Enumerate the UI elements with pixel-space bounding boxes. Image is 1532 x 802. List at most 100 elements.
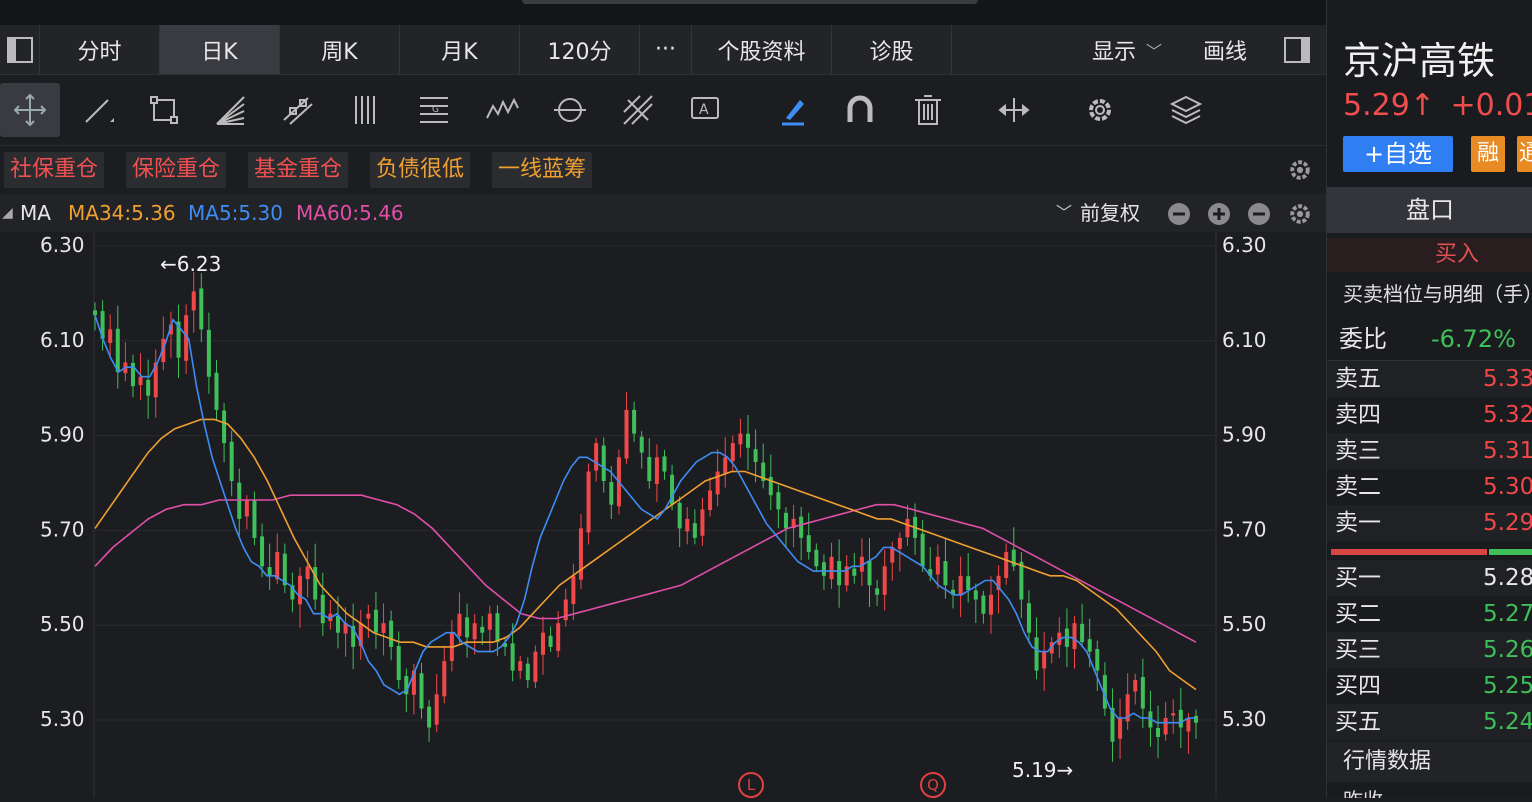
kline-svg[interactable]: 6.30 6.30 6.10 6.10 5.90 5.90 5.70 5.70 5.50 5.50… [0,232,1326,798]
bid-row[interactable]: 买五 5.24 [1327,704,1532,740]
delete-tool[interactable] [898,83,958,137]
candle-body [1194,715,1198,723]
range-tool[interactable] [984,83,1044,137]
move-tool[interactable] [0,83,60,137]
gann-tool[interactable] [608,83,668,137]
pankou-header[interactable]: 盘口 [1327,187,1532,233]
fan-tool[interactable] [200,83,260,137]
bid-row[interactable]: 买四 5.25 [1327,668,1532,704]
candle-body [897,537,902,549]
more-tabs-button[interactable]: ··· [640,25,692,74]
candle-body [677,502,682,529]
y-tick-right: 5.30 [1222,707,1267,731]
candle-body [654,457,659,484]
candle-body [115,328,120,372]
period-tabs: 分时 日K 周K 月K 120分 ··· 个股资料 诊股 显示 ﹀ 画线 [0,25,1326,75]
tag-item[interactable]: 一线蓝筹 [492,152,593,188]
settings-tool[interactable] [1070,83,1130,137]
candle-body [647,457,652,481]
ask-row[interactable]: 卖一 5.29 [1327,505,1532,541]
candle-body [548,635,553,647]
marker-l-label: L [746,776,756,794]
layers-tool[interactable] [1156,83,1216,137]
candle-body [1080,623,1085,643]
y-tick-right: 5.50 [1222,612,1267,636]
candle-body [427,706,432,728]
text-tool[interactable]: A [676,83,736,137]
ma-gear-icon[interactable] [1286,200,1314,228]
market-data-header[interactable]: 行情数据 [1327,742,1532,782]
draw-line-button[interactable]: 画线 [1182,25,1268,74]
ask-price: 5.31 [1483,438,1532,464]
candle-body [852,568,857,576]
channel-tool[interactable] [268,83,328,137]
line-tool[interactable] [68,83,128,137]
candle-body [943,561,948,586]
connect-badge[interactable]: 通 [1517,136,1532,172]
candle-body [601,445,606,481]
candle-body [723,457,728,474]
tag-item[interactable]: 基金重仓 [248,152,349,188]
zoom-out-icon[interactable] [1167,202,1191,226]
ma34-value: MA34:5.36 [68,201,176,225]
ma-collapse-icon[interactable]: ◢ [2,194,13,232]
ma-label[interactable]: MA [20,194,51,232]
zoom-in-icon[interactable] [1207,202,1231,226]
candle-body [472,623,477,640]
marker-l[interactable]: L [738,772,764,798]
candle-body [237,482,242,519]
ma5-line [94,314,1196,724]
tag-item[interactable]: 负债很低 [370,152,471,188]
tab-fenshi[interactable]: 分时 [40,25,160,74]
fibonacci-icon: G [420,97,448,123]
ask-row[interactable]: 卖三 5.31 [1327,433,1532,469]
tab-week-k[interactable]: 周K [280,25,400,74]
tab-120min[interactable]: 120分 [520,25,640,74]
magnet-tool[interactable] [830,83,890,137]
remove-indicator-icon[interactable] [1247,202,1271,226]
buy-in-button[interactable]: 买入 [1327,238,1532,272]
kline-chart[interactable]: 6.30 6.30 6.10 6.10 5.90 5.90 5.70 5.70 5.50 5.50… [0,232,1326,798]
adjust-dropdown[interactable]: 前复权 [1080,194,1140,232]
ask-label: 卖五 [1335,366,1381,392]
trash-icon [915,95,941,125]
bid-row[interactable]: 买二 5.27 [1327,596,1532,632]
move-icon [13,93,47,127]
candle-body [958,575,963,595]
vertical-lines-tool[interactable] [336,83,396,137]
tag-item[interactable]: 社保重仓 [4,152,105,188]
ask-row[interactable]: 卖五 5.33 [1327,361,1532,397]
add-watchlist-button[interactable]: +自选 [1343,136,1453,172]
fib-tool[interactable]: G [404,83,464,137]
rect-tool[interactable] [134,83,194,137]
candle-body [93,310,97,316]
highlight-tool[interactable] [762,83,822,137]
candle-body [419,673,424,709]
window-grab-bar[interactable] [522,0,978,4]
tab-day-k[interactable]: 日K [160,25,280,74]
bid-price: 5.25 [1483,673,1532,699]
tag-item[interactable]: 保险重仓 [126,152,227,188]
tab-diagnose[interactable]: 诊股 [832,25,952,74]
bid-row[interactable]: 买一 5.28 [1327,560,1532,596]
adjust-chevron-icon[interactable]: ﹀ [1056,194,1072,232]
candle-body [487,613,492,630]
cycle-tool[interactable] [540,83,600,137]
candle-body [556,623,561,651]
candle-body [229,441,234,481]
tags-gear-icon[interactable] [1286,156,1314,184]
tab-stock-profile[interactable]: 个股资料 [692,25,832,74]
ask-row[interactable]: 卖二 5.30 [1327,469,1532,505]
display-dropdown[interactable]: 显示 ﹀ [1072,25,1182,74]
candle-body [434,694,439,725]
toggle-right-panel-button[interactable] [1268,25,1326,74]
bid-row[interactable]: 买三 5.26 [1327,632,1532,668]
gear-icon [1089,99,1111,121]
marker-q[interactable]: Q [920,772,946,798]
price-value: 5.29↑ [1343,88,1435,123]
ask-row[interactable]: 卖四 5.32 [1327,397,1532,433]
margin-badge[interactable]: 融 [1471,136,1505,172]
toggle-left-panel-button[interactable] [0,25,40,74]
wave-tool[interactable] [472,83,532,137]
tab-month-k[interactable]: 月K [400,25,520,74]
